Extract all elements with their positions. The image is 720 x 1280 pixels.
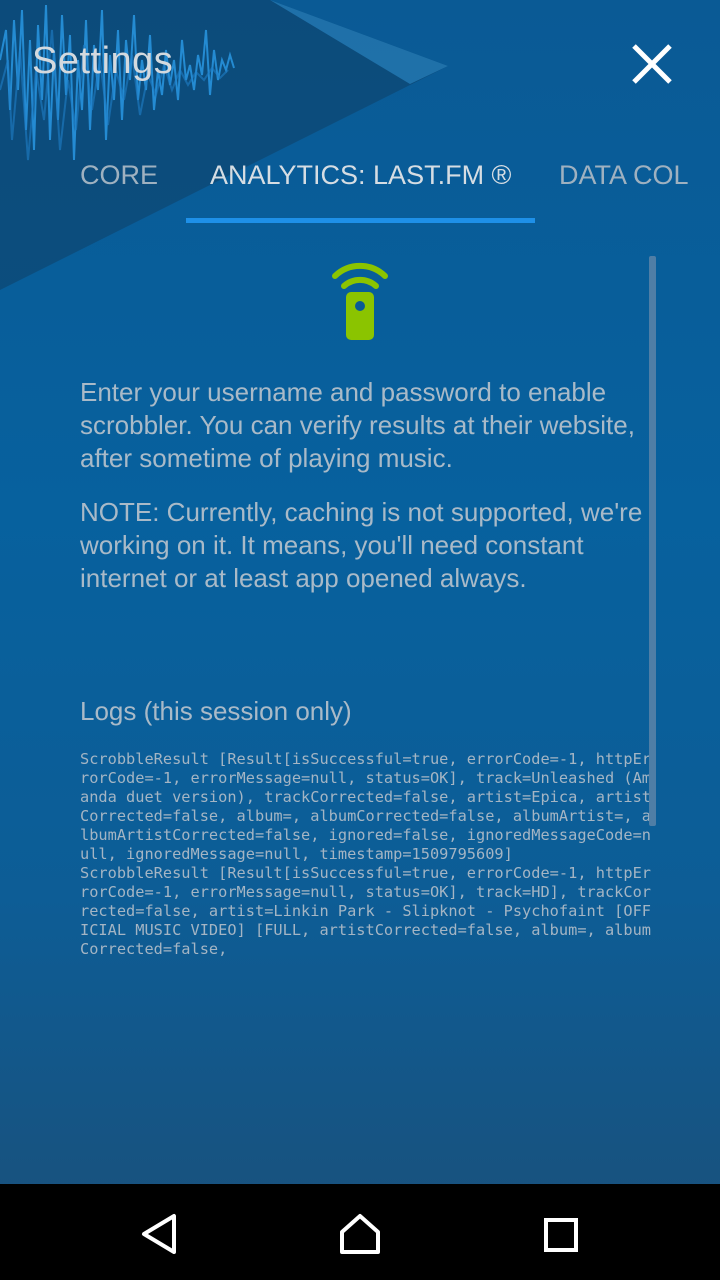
back-icon bbox=[142, 1214, 176, 1254]
scrollbar[interactable] bbox=[649, 256, 656, 826]
home-icon bbox=[340, 1214, 380, 1254]
tab-data-collection[interactable]: DATA COL bbox=[559, 160, 689, 191]
log-entry: ScrobbleResult [Result[isSuccessful=true… bbox=[80, 864, 651, 958]
analytics-content: Enter your username and password to enab… bbox=[0, 250, 720, 1010]
page-title: Settings bbox=[32, 40, 174, 82]
scrobbler-instructions: Enter your username and password to enab… bbox=[80, 377, 635, 473]
close-button[interactable] bbox=[622, 36, 682, 96]
remote-signal-icon bbox=[332, 262, 388, 340]
recents-icon bbox=[544, 1218, 578, 1252]
tab-analytics-lastfm[interactable]: ANALYTICS: LAST.FM ® bbox=[210, 160, 511, 191]
tab-bar: CORE ANALYTICS: LAST.FM ® DATA COL bbox=[0, 150, 720, 226]
close-icon bbox=[632, 44, 672, 84]
active-tab-indicator bbox=[186, 218, 535, 223]
back-button[interactable] bbox=[138, 1212, 182, 1256]
caching-note: NOTE: Currently, caching is not supporte… bbox=[80, 497, 643, 593]
settings-screen: Settings CORE ANALYTICS: LAST.FM ® DATA … bbox=[0, 0, 720, 1280]
recents-button[interactable] bbox=[538, 1212, 582, 1256]
home-button[interactable] bbox=[338, 1212, 382, 1256]
logs-panel: ScrobbleResult [Result[isSuccessful=true… bbox=[80, 750, 660, 994]
system-nav-bar bbox=[0, 1184, 720, 1280]
tab-core[interactable]: CORE bbox=[80, 160, 158, 191]
log-entry: ScrobbleResult [Result[isSuccessful=true… bbox=[80, 750, 651, 863]
logs-heading: Logs (this session only) bbox=[80, 696, 352, 726]
